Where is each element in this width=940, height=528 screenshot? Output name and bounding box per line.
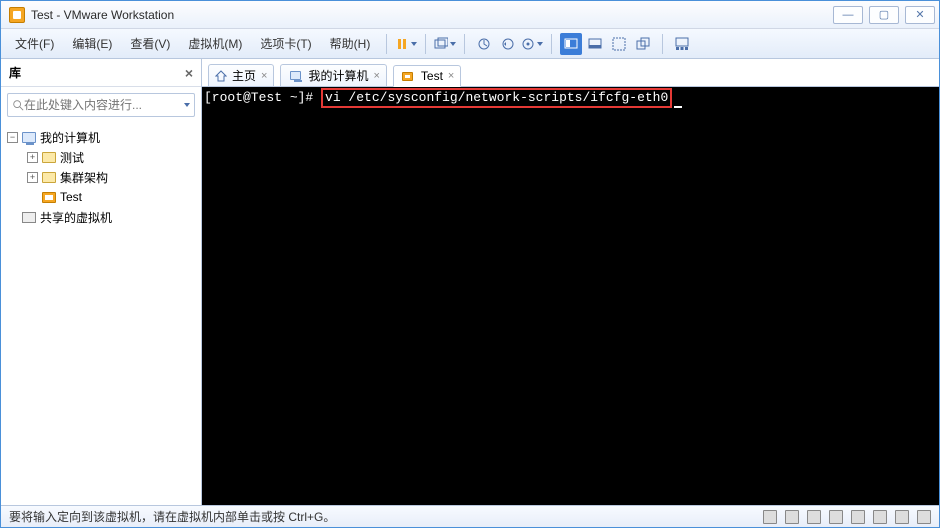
close-button[interactable]: ✕ <box>905 6 935 24</box>
status-sound-icon[interactable] <box>873 510 887 524</box>
sidebar-title: 库 <box>9 64 185 81</box>
terminal-command: vi /etc/sysconfig/network-scripts/ifcfg-… <box>325 90 668 105</box>
tab-test[interactable]: Test × <box>393 65 461 87</box>
sidebar: 库 × − 我的计算机 + 测试 + 集群架构 <box>1 59 202 505</box>
tree-mycomputer[interactable]: − 我的计算机 <box>3 127 199 147</box>
tree-vm-test[interactable]: Test <box>3 187 199 207</box>
computer-icon <box>290 71 301 80</box>
maximize-button[interactable]: ▢ <box>869 6 899 24</box>
folder-icon <box>42 172 56 183</box>
terminal[interactable]: [root@Test ~]# vi /etc/sysconfig/network… <box>202 87 939 505</box>
search-box[interactable] <box>7 93 195 117</box>
menu-edit[interactable]: 编辑(E) <box>64 32 120 55</box>
tree-label: 共享的虚拟机 <box>40 209 112 226</box>
tab-close-icon[interactable]: × <box>373 70 379 82</box>
sidebar-header: 库 × <box>1 59 201 87</box>
tree-folder-cluster[interactable]: + 集群架构 <box>3 167 199 187</box>
status-disk-icon[interactable] <box>763 510 777 524</box>
tab-label: 我的计算机 <box>308 67 368 84</box>
search-input[interactable] <box>24 98 182 112</box>
tree-label: 集群架构 <box>60 169 108 186</box>
expand-icon[interactable]: + <box>27 152 38 163</box>
minimize-button[interactable]: — <box>833 6 863 24</box>
separator <box>551 34 552 54</box>
separator <box>662 34 663 54</box>
tree-folder-test[interactable]: + 测试 <box>3 147 199 167</box>
tree-shared-vms[interactable]: 共享的虚拟机 <box>3 207 199 227</box>
menu-help[interactable]: 帮助(H) <box>322 32 379 55</box>
tool-view-console[interactable] <box>560 33 582 55</box>
tab-close-icon[interactable]: × <box>448 70 454 82</box>
status-network-icon[interactable] <box>829 510 843 524</box>
menubar: 文件(F) 编辑(E) 查看(V) 虚拟机(M) 选项卡(T) 帮助(H) <box>1 29 939 59</box>
folder-icon <box>42 152 56 163</box>
menu-vm[interactable]: 虚拟机(M) <box>180 32 250 55</box>
menu-view[interactable]: 查看(V) <box>122 32 178 55</box>
tool-send-keys[interactable] <box>434 33 456 55</box>
content-area: 主页 × 我的计算机 × Test × [root@Test ~]# vi /e… <box>202 59 939 505</box>
tool-snapshot-manager[interactable] <box>521 33 543 55</box>
window-title: Test - VMware Workstation <box>31 8 833 22</box>
home-icon <box>215 70 227 82</box>
menu-file[interactable]: 文件(F) <box>7 32 62 55</box>
expand-icon[interactable]: + <box>27 172 38 183</box>
tool-view-single[interactable] <box>584 33 606 55</box>
titlebar: Test - VMware Workstation — ▢ ✕ <box>1 1 939 29</box>
tab-label: Test <box>421 69 443 83</box>
search-dropdown-icon[interactable] <box>184 103 190 107</box>
cursor-icon <box>674 106 682 108</box>
vm-icon <box>402 72 413 81</box>
computer-icon <box>22 132 36 143</box>
status-cd-icon[interactable] <box>785 510 799 524</box>
tool-revert[interactable] <box>497 33 519 55</box>
status-floppy-icon[interactable] <box>807 510 821 524</box>
tab-close-icon[interactable]: × <box>261 70 267 82</box>
menu-tabs[interactable]: 选项卡(T) <box>252 32 319 55</box>
sidebar-close-button[interactable]: × <box>185 65 193 81</box>
shared-icon <box>22 212 36 223</box>
search-icon <box>12 99 24 111</box>
tabs-row: 主页 × 我的计算机 × Test × <box>202 59 939 87</box>
tree-label: 测试 <box>60 149 84 166</box>
status-usb-icon[interactable] <box>851 510 865 524</box>
tab-home[interactable]: 主页 × <box>208 64 274 86</box>
status-text: 要将输入定向到该虚拟机，请在虚拟机内部单击或按 Ctrl+G。 <box>9 508 335 525</box>
expand-icon[interactable]: − <box>7 132 18 143</box>
tree-label: Test <box>60 190 82 204</box>
vm-icon <box>42 192 56 203</box>
status-display-icon[interactable] <box>917 510 931 524</box>
library-tree: − 我的计算机 + 测试 + 集群架构 Test <box>1 123 201 505</box>
separator <box>386 34 387 54</box>
statusbar: 要将输入定向到该虚拟机，请在虚拟机内部单击或按 Ctrl+G。 <box>1 505 939 527</box>
tool-snapshot[interactable] <box>473 33 495 55</box>
tool-fullscreen[interactable] <box>608 33 630 55</box>
tool-thumbnails[interactable] <box>671 33 693 55</box>
app-icon <box>9 7 25 23</box>
status-printer-icon[interactable] <box>895 510 909 524</box>
separator <box>464 34 465 54</box>
pause-button[interactable] <box>395 33 417 55</box>
command-highlight: vi /etc/sysconfig/network-scripts/ifcfg-… <box>321 88 672 108</box>
tool-unity[interactable] <box>632 33 654 55</box>
tab-label: 主页 <box>232 67 256 84</box>
terminal-prompt: [root@Test ~]# <box>204 90 321 105</box>
tab-mycomputer[interactable]: 我的计算机 × <box>280 64 386 86</box>
separator <box>425 34 426 54</box>
tree-label: 我的计算机 <box>40 129 100 146</box>
